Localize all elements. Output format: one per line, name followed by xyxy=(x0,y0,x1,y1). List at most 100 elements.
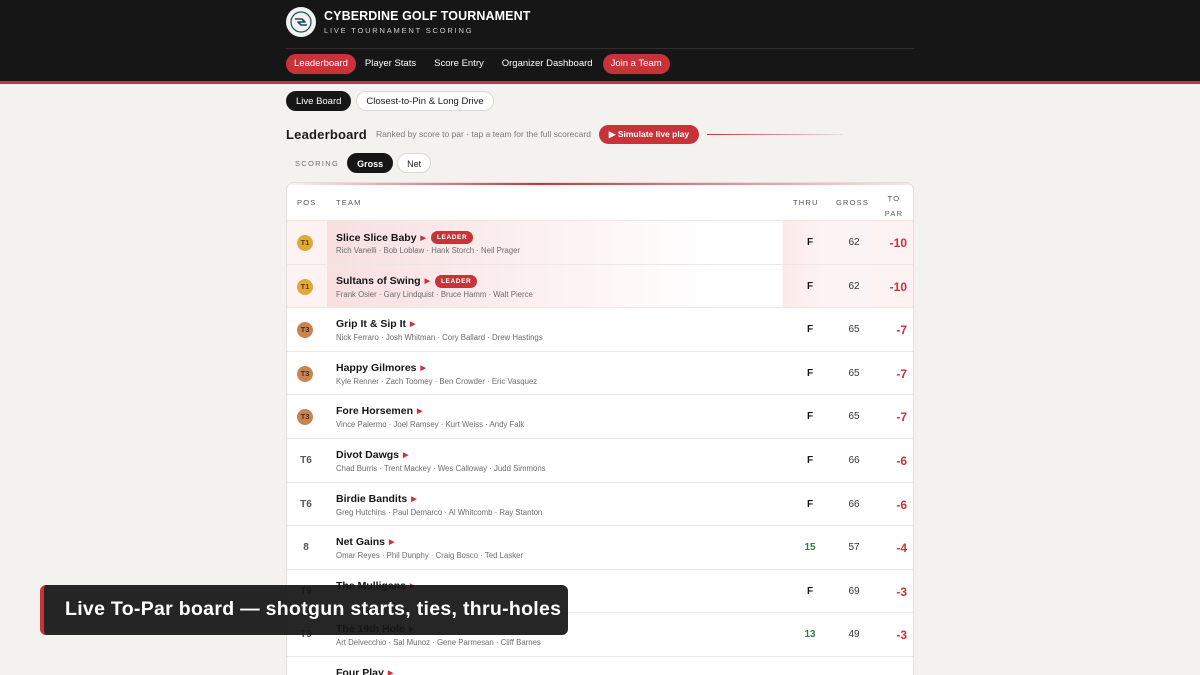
app-title: CYBERDINE GOLF TOURNAMENT xyxy=(324,9,531,23)
team-name: Happy Gilmores xyxy=(336,361,417,374)
team-players: Greg Hutchins · Paul Demarco · Al Whitco… xyxy=(336,507,543,517)
column-header-to-par-line2: PAR xyxy=(884,209,904,218)
scoring-gross-button[interactable]: Gross xyxy=(347,153,394,173)
nav-score-entry[interactable]: Score Entry xyxy=(425,54,493,74)
table-row[interactable]: T3 Grip It & Sip It ▶ Nick Ferraro · Josh W… xyxy=(287,308,913,352)
team-name: Fore Horsemen xyxy=(336,405,414,418)
thru-value: F xyxy=(806,324,814,336)
team-name: Birdie Bandits xyxy=(336,492,408,505)
position-badge: T1 xyxy=(297,278,313,295)
play-arrow-icon: ▶ xyxy=(420,364,426,372)
team-players: Art Delvecchio · Sal Munoz · Gene Parmes… xyxy=(336,638,541,648)
column-header-to-par-line1: TO xyxy=(887,194,901,203)
table-row[interactable]: T6 Divot Dawgs ▶ Chad Burris · Trent Mackey… xyxy=(287,439,913,483)
play-arrow-icon: ▶ xyxy=(411,495,417,503)
gross-score: 65 xyxy=(848,411,860,423)
team-name-link[interactable]: Grip It & Sip It ▶ xyxy=(336,318,415,330)
leaderboard-description: Ranked by score to par · tap a team for … xyxy=(375,129,591,139)
column-header-team: TEAM xyxy=(336,198,362,207)
team-name-link[interactable]: Net Gains ▶ xyxy=(336,536,394,548)
play-arrow-icon: ▶ xyxy=(403,452,409,459)
app-header: CYBERDINE GOLF TOURNAMENT LIVE TOURNAMEN… xyxy=(0,0,1200,84)
to-par-score: -10 xyxy=(889,236,907,250)
table-row[interactable]: T1 Sultans of Swing ▶ LEADER Frank Osier · G… xyxy=(287,264,913,309)
gross-score: 69 xyxy=(848,585,860,597)
team-name-link[interactable]: Sultans of Swing ▶ LEADER xyxy=(336,274,478,288)
play-arrow-icon: ▶ xyxy=(410,321,416,329)
team-name: Grip It & Sip It xyxy=(336,318,406,331)
team-players: Nick Ferraro · Josh Whitman · Cory Balla… xyxy=(336,333,543,343)
tab-closest-to-pin[interactable]: Closest-to-Pin & Long Drive xyxy=(356,91,494,111)
team-name-link[interactable]: Fore Horsemen ▶ xyxy=(336,405,422,417)
column-header-to-par: TO PAR xyxy=(879,191,909,221)
team-name-link[interactable]: Four Play ▶ xyxy=(336,667,393,675)
thru-value: F xyxy=(806,367,814,379)
to-par-score: -7 xyxy=(896,366,907,381)
team-name-link[interactable]: Slice Slice Baby ▶ LEADER xyxy=(336,231,474,244)
column-header-gross: GROSS xyxy=(836,198,870,207)
gross-score: 49 xyxy=(848,629,860,641)
to-par-score: -4 xyxy=(896,541,907,556)
scoring-net-button[interactable]: Net xyxy=(397,153,432,173)
position-badge: T1 xyxy=(297,235,313,251)
view-tabs: Live Board Closest-to-Pin & Long Drive xyxy=(286,91,499,111)
gross-score: 65 xyxy=(848,324,860,336)
team-players: Kyle Renner · Zach Toomey · Ben Crowder … xyxy=(336,376,538,386)
nav-organizer-dashboard[interactable]: Organizer Dashboard xyxy=(493,54,602,74)
team-players: Frank Osier · Gary Lindquist · Bruce Ham… xyxy=(336,289,533,299)
thru-value: F xyxy=(806,585,814,597)
to-par-score: -3 xyxy=(896,584,907,599)
play-arrow-icon: ▶ xyxy=(424,278,430,286)
table-row[interactable]: 8 Net Gains ▶ Omar Reyes · Phil Dunphy · Cr… xyxy=(287,526,913,570)
thru-value: F xyxy=(806,237,814,248)
team-name-link[interactable]: Birdie Bandits ▶ xyxy=(336,493,417,505)
nav-leaderboard[interactable]: Leaderboard xyxy=(286,54,356,74)
team-players: Rich Vanelli · Bob Loblaw · Hank Storch … xyxy=(336,246,521,255)
team-name: Sultans of Swing xyxy=(336,275,421,288)
team-players: Vince Palermo · Joel Ramsey · Kurt Weiss… xyxy=(336,420,525,430)
team-name-link[interactable]: Happy Gilmores ▶ xyxy=(336,362,426,374)
gross-score: 62 xyxy=(848,237,860,248)
thru-value: F xyxy=(806,280,814,292)
header-divider xyxy=(286,48,914,49)
play-arrow-icon: ▶ xyxy=(387,670,394,675)
table-row[interactable]: Four Play ▶ xyxy=(287,657,913,675)
team-name-link[interactable]: Divot Dawgs ▶ xyxy=(336,449,408,461)
position-badge: T3 xyxy=(297,365,313,382)
to-par-score: -7 xyxy=(896,410,907,425)
tab-live-board[interactable]: Live Board xyxy=(286,91,352,111)
team-name: Slice Slice Baby xyxy=(336,231,417,244)
page-title: Leaderboard xyxy=(286,126,367,142)
table-row[interactable]: T3 Fore Horsemen ▶ Vince Palermo · Joel Ram… xyxy=(287,395,913,439)
table-row[interactable]: T1 Slice Slice Baby ▶ LEADER Rich Vanelli · … xyxy=(287,221,913,265)
thru-value: 15 xyxy=(804,542,816,554)
thru-value: F xyxy=(806,455,814,466)
position-badge: T6 xyxy=(300,498,312,510)
app-subtitle: LIVE TOURNAMENT SCORING xyxy=(324,26,474,35)
team-name: Divot Dawgs xyxy=(336,449,400,461)
scoring-toggle: SCORING Gross Net xyxy=(295,153,435,173)
leaderboard-header: Leaderboard Ranked by score to par · tap… xyxy=(286,124,844,144)
table-header: POS TEAM THRU GROSS TO PAR xyxy=(287,183,913,221)
position-badge: 8 xyxy=(303,542,309,554)
progress-line xyxy=(707,133,844,135)
nav-join-team-button[interactable]: Join a Team xyxy=(602,54,670,74)
caption-overlay: Live To-Par board — shotgun starts, ties… xyxy=(40,585,568,635)
leader-badge: LEADER xyxy=(430,231,474,244)
main-nav: Leaderboard Player Stats Score Entry Org… xyxy=(286,54,670,74)
nav-player-stats[interactable]: Player Stats xyxy=(356,54,425,74)
brand[interactable]: CYBERDINE GOLF TOURNAMENT LIVE TOURNAMEN… xyxy=(286,7,530,37)
golf-logo-icon xyxy=(286,7,316,37)
play-arrow-icon: ▶ xyxy=(389,539,395,547)
table-row[interactable]: T3 Happy Gilmores ▶ Kyle Renner · Zach Toom… xyxy=(287,352,913,396)
leader-badge: LEADER xyxy=(434,274,478,288)
gross-score: 66 xyxy=(848,498,860,510)
position-badge xyxy=(296,671,316,675)
thru-value: F xyxy=(806,498,814,510)
gross-score: 57 xyxy=(848,542,860,554)
table-row[interactable]: T6 Birdie Bandits ▶ Greg Hutchins · Paul De… xyxy=(287,483,913,527)
team-players: Omar Reyes · Phil Dunphy · Craig Bosco ·… xyxy=(336,551,524,561)
team-players: Chad Burris · Trent Mackey · Wes Callowa… xyxy=(336,464,546,473)
position-badge: T6 xyxy=(300,455,312,466)
simulate-live-play-button[interactable]: ▶ Simulate live play xyxy=(598,124,700,144)
